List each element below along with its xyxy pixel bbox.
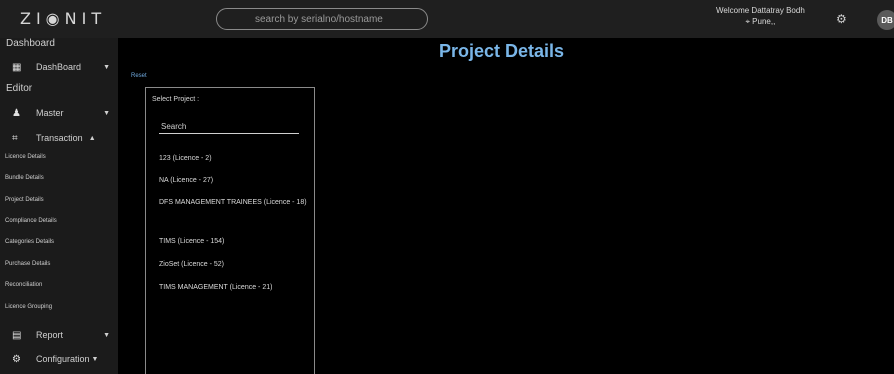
sidebar-item-label: Master <box>36 108 64 118</box>
reset-link[interactable]: Reset <box>131 73 147 79</box>
project-list-item[interactable]: TIMS MANAGEMENT (Licence - 21) <box>159 283 309 293</box>
sidebar-item-label: DashBoard <box>36 62 82 72</box>
project-list-item[interactable]: TIMS (Licence - 154) <box>159 237 309 247</box>
project-list-item[interactable]: 123 (Licence - 2) <box>159 154 309 164</box>
gear-icon: ⚙ <box>12 353 21 365</box>
chevron-down-icon: ▼ <box>103 63 110 71</box>
project-select-panel: Select Project : 123 (Licence - 2) NA (L… <box>145 87 315 374</box>
sidebar-item-master[interactable]: ♟ Master ▼ <box>12 105 116 121</box>
sidebar-subitem-purchase-details[interactable]: Purchase Details <box>5 261 50 267</box>
sidebar-item-label: Transaction <box>36 133 83 143</box>
chevron-down-icon: ▼ <box>103 331 110 339</box>
sidebar-subitem-categories-details[interactable]: Categories Details <box>5 239 54 245</box>
sidebar-item-label: Configuration <box>36 354 90 364</box>
project-list-item[interactable]: DFS MANAGEMENT TRAINEES (Licence - 18) <box>159 198 309 208</box>
report-table-icon: ▤ <box>12 329 22 341</box>
project-search[interactable] <box>159 116 299 135</box>
page-title: Project Details <box>439 41 565 61</box>
sidebar-subitem-reconciliation[interactable]: Reconciliation <box>5 282 42 288</box>
sidebar-item-report[interactable]: ▤ Report ▼ <box>12 327 116 343</box>
sidebar-section-dashboard: Dashboard <box>6 38 55 49</box>
top-bar: ZI◉NIT Welcome Dattatray Bodh ⌖ Pune,, ⚙… <box>0 0 894 38</box>
sidebar-subitem-compliance-details[interactable]: Compliance Details <box>5 218 57 224</box>
sidebar-item-configuration[interactable]: ⚙ Configuration ▼ <box>12 351 116 367</box>
panel-title: Select Project : <box>152 96 200 103</box>
users-icon: ♟ <box>12 107 21 119</box>
sidebar: Dashboard ▦ DashBoard ▼ Editor ♟ Master … <box>0 38 118 374</box>
sidebar-subitem-licence-grouping[interactable]: Licence Grouping <box>5 304 52 310</box>
global-search-input[interactable] <box>217 9 427 30</box>
project-list-item[interactable]: NA (Licence - 27) <box>159 176 309 186</box>
app-logo[interactable]: ZI◉NIT <box>20 9 106 28</box>
project-list-item[interactable]: ZioSet (Licence - 52) <box>159 260 309 270</box>
sidebar-item-label: Report <box>36 330 64 340</box>
sidebar-item-dashboard[interactable]: ▦ DashBoard ▼ <box>12 59 116 75</box>
welcome-text: Welcome Dattatray Bodh <box>716 6 805 15</box>
sidebar-subitem-bundle-details[interactable]: Bundle Details <box>5 175 44 181</box>
chevron-down-icon: ▼ <box>91 355 99 363</box>
sidebar-subitem-project-details[interactable]: Project Details <box>5 197 44 203</box>
project-search-input[interactable] <box>159 118 299 135</box>
chevron-up-icon: ▲ <box>88 134 96 142</box>
user-location: ⌖ Pune,, <box>745 17 776 26</box>
sidebar-section-editor: Editor <box>6 83 33 94</box>
global-search[interactable] <box>216 8 428 30</box>
user-welcome: Welcome Dattatray Bodh ⌖ Pune,, <box>716 5 805 27</box>
dashboard-grid-icon: ▦ <box>12 61 22 73</box>
sidebar-item-transaction[interactable]: ⌗ Transaction ▲ <box>12 130 116 146</box>
crop-icon: ⌗ <box>12 132 18 144</box>
sidebar-subitem-licence-details[interactable]: Licence Details <box>5 154 46 160</box>
avatar[interactable]: DB <box>877 10 894 30</box>
gear-icon[interactable]: ⚙ <box>836 12 847 26</box>
chevron-down-icon: ▼ <box>103 109 110 117</box>
